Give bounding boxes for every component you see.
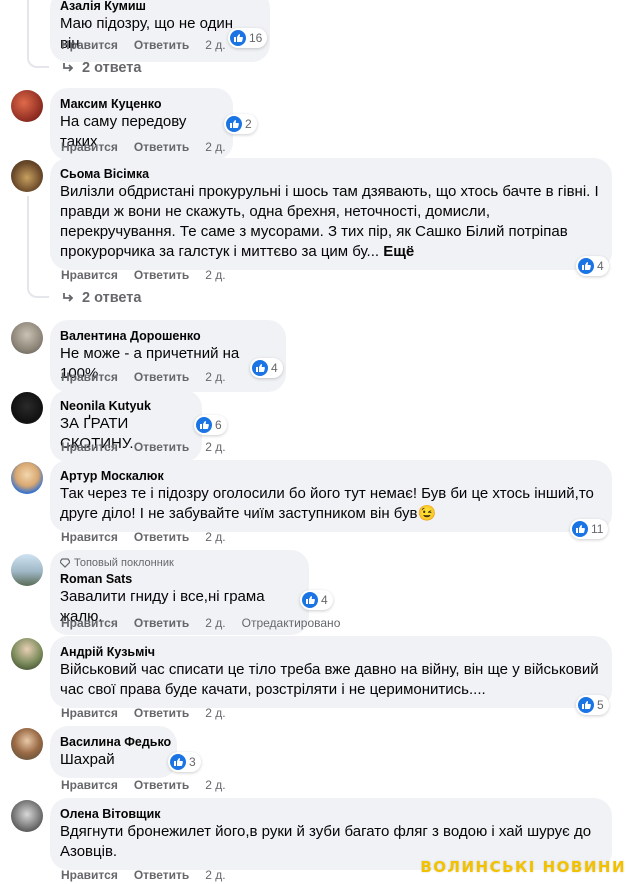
avatar[interactable]	[11, 554, 43, 586]
like-button[interactable]: Нравится	[61, 530, 118, 544]
like-icon	[230, 30, 246, 46]
edited-label[interactable]: Отредактировано	[242, 616, 341, 630]
comment-actions: Нравится Ответить 2 д.	[61, 268, 226, 282]
comment-author[interactable]: Максим Куценко	[60, 96, 221, 112]
reaction-count[interactable]: 4	[300, 590, 333, 610]
reply-button[interactable]: Ответить	[134, 140, 189, 154]
comment-actions: Нравится Ответить 2 д.	[61, 440, 226, 454]
comment-author[interactable]: Артур Москалюк	[60, 468, 600, 484]
reply-arrow-icon	[63, 63, 74, 72]
thread-line	[27, 0, 29, 52]
comment-timestamp[interactable]: 2 д.	[205, 706, 225, 720]
comment-text: Вдягнути бронежилет його,в руки й зуби б…	[60, 823, 592, 860]
like-button[interactable]: Нравится	[61, 268, 118, 282]
avatar[interactable]	[11, 638, 43, 670]
watermark: ВОЛИНСЬКІ НОВИНИ	[420, 858, 626, 876]
like-button[interactable]: Нравится	[61, 370, 118, 384]
comment-actions: Нравится Ответить 2 д.	[61, 530, 226, 544]
like-icon	[302, 592, 318, 608]
comment-actions: Нравится Ответить 2 д.	[61, 706, 226, 720]
reply-arrow-icon	[63, 293, 74, 302]
avatar[interactable]	[11, 322, 43, 354]
avatar[interactable]	[11, 462, 43, 494]
comment-text: Військовий час списати це тіло треба вже…	[60, 661, 599, 698]
like-button[interactable]: Нравится	[61, 706, 118, 720]
reaction-count[interactable]: 4	[576, 256, 609, 276]
comment-timestamp[interactable]: 2 д.	[205, 268, 225, 282]
thread-connector	[27, 52, 49, 68]
reaction-count[interactable]: 16	[228, 28, 268, 48]
reaction-count[interactable]: 5	[576, 695, 609, 715]
reaction-count[interactable]: 2	[224, 114, 257, 134]
comment-bubble: Артур Москалюк Так через те і підозру ог…	[50, 460, 612, 532]
comment-timestamp[interactable]: 2 д.	[205, 530, 225, 544]
comment-text: Вилізли обдристані прокурульні і шось та…	[60, 183, 599, 260]
comment-timestamp[interactable]: 2 д.	[205, 778, 225, 792]
comment-author[interactable]: Roman Sats	[60, 571, 297, 587]
comment-timestamp[interactable]: 2 д.	[205, 868, 225, 882]
like-button[interactable]: Нравится	[61, 440, 118, 454]
comment-author[interactable]: Сьома Вісімка	[60, 166, 600, 182]
avatar[interactable]	[11, 90, 43, 122]
avatar[interactable]	[11, 392, 43, 424]
reply-button[interactable]: Ответить	[134, 778, 189, 792]
comment-actions: Нравится Ответить 2 д.	[61, 38, 226, 52]
view-replies-button[interactable]: 2 ответа	[62, 60, 141, 76]
comment-actions: Нравится Ответить 2 д. Отредактировано	[61, 616, 340, 630]
like-icon	[226, 116, 242, 132]
like-icon	[578, 697, 594, 713]
comment-timestamp[interactable]: 2 д.	[205, 616, 225, 630]
reply-button[interactable]: Ответить	[134, 706, 189, 720]
comment-author[interactable]: Азалія Кумиш	[60, 0, 258, 14]
like-button[interactable]: Нравится	[61, 868, 118, 882]
like-icon	[252, 360, 268, 376]
reaction-count[interactable]: 6	[194, 415, 227, 435]
avatar[interactable]	[11, 160, 43, 192]
reaction-count[interactable]: 3	[168, 752, 201, 772]
avatar[interactable]	[11, 800, 43, 832]
view-replies-button[interactable]: 2 ответа	[62, 290, 141, 306]
top-fan-badge: Топовый поклонник	[60, 556, 297, 570]
comment-timestamp[interactable]: 2 д.	[205, 440, 225, 454]
like-icon	[578, 258, 594, 274]
like-icon	[170, 754, 186, 770]
reply-button[interactable]: Ответить	[134, 370, 189, 384]
comment-timestamp[interactable]: 2 д.	[205, 140, 225, 154]
comment-text: Так через те і підозру оголосили бо його…	[60, 485, 594, 522]
comment-bubble: Андрій Кузьміч Військовий час списати це…	[50, 636, 612, 708]
see-more-link[interactable]: Ещё	[383, 243, 414, 260]
reply-button[interactable]: Ответить	[134, 268, 189, 282]
comment-bubble: Сьома Вісімка Вилізли обдристані прокуру…	[50, 158, 612, 270]
reply-button[interactable]: Ответить	[134, 38, 189, 52]
comment-author[interactable]: Валентина Дорошенко	[60, 328, 274, 344]
reply-button[interactable]: Ответить	[134, 530, 189, 544]
like-button[interactable]: Нравится	[61, 778, 118, 792]
thread-connector	[27, 282, 49, 298]
comment-timestamp[interactable]: 2 д.	[205, 38, 225, 52]
like-button[interactable]: Нравится	[61, 140, 118, 154]
comment-author[interactable]: Василина Федько	[60, 734, 171, 750]
reply-button[interactable]: Ответить	[134, 616, 189, 630]
comment-author[interactable]: Олена Вітовщик	[60, 806, 600, 822]
comment-actions: Нравится Ответить 2 д.	[61, 868, 226, 882]
comment-actions: Нравится Ответить 2 д.	[61, 140, 226, 154]
reaction-count[interactable]: 4	[250, 358, 283, 378]
like-button[interactable]: Нравится	[61, 38, 118, 52]
comment-actions: Нравится Ответить 2 д.	[61, 370, 226, 384]
comment-text: Шахрай	[60, 751, 115, 768]
comment-timestamp[interactable]: 2 д.	[205, 370, 225, 384]
comment-actions: Нравится Ответить 2 д.	[61, 778, 226, 792]
thread-line	[27, 196, 29, 282]
reply-button[interactable]: Ответить	[134, 440, 189, 454]
like-button[interactable]: Нравится	[61, 616, 118, 630]
reply-button[interactable]: Ответить	[134, 868, 189, 882]
like-icon	[196, 417, 212, 433]
like-icon	[572, 521, 588, 537]
reaction-count[interactable]: 11	[570, 519, 609, 539]
avatar[interactable]	[11, 728, 43, 760]
diamond-icon	[60, 558, 70, 568]
comment-author[interactable]: Андрій Кузьміч	[60, 644, 600, 660]
comment-bubble: Василина Федько Шахрай	[50, 726, 177, 778]
comment-author[interactable]: Neonila Kutyuk	[60, 398, 190, 414]
